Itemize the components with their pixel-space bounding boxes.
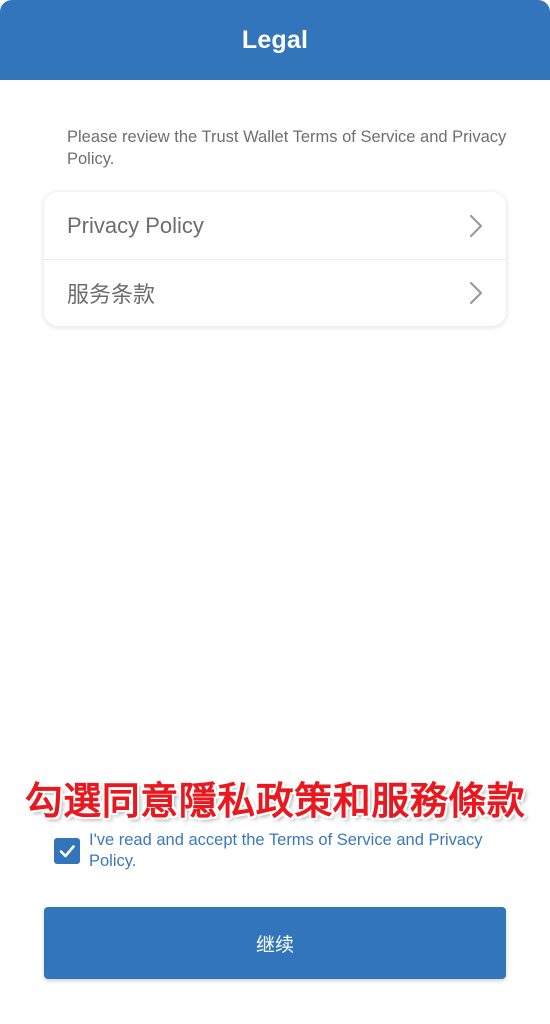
terms-of-service-label: 服务条款 <box>67 282 156 307</box>
intro-text: Please review the Trust Wallet Terms of … <box>67 128 507 168</box>
accept-terms-label: I've read and accept the Terms of Servic… <box>89 831 483 870</box>
accept-terms-checkbox[interactable] <box>54 838 80 864</box>
privacy-policy-item[interactable]: Privacy Policy <box>44 192 506 259</box>
continue-button[interactable]: 继续 <box>44 907 506 979</box>
consent-row: I've read and accept the Terms of Servic… <box>54 830 504 872</box>
checkmark-icon <box>59 845 75 858</box>
chevron-right-icon <box>469 281 483 305</box>
terms-of-service-item[interactable]: 服务条款 <box>44 259 506 326</box>
page-title: Legal <box>241 25 309 54</box>
chevron-right-icon <box>469 214 483 237</box>
overlay-caption: 勾選同意隱私政策和服務條款 <box>24 778 526 823</box>
legal-links-card: Privacy Policy 服务条款 <box>44 192 506 326</box>
app-bar: Legal <box>0 0 550 80</box>
privacy-policy-label: Privacy Policy <box>67 212 204 238</box>
